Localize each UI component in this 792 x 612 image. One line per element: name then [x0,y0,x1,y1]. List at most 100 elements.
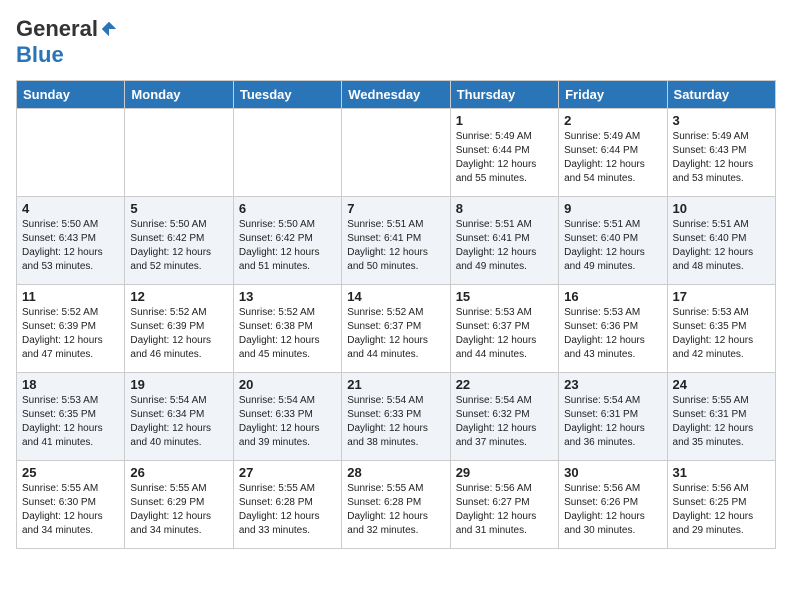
week-row-1: 1 Sunrise: 5:49 AM Sunset: 6:44 PM Daylig… [17,109,776,197]
calendar-cell: 6Sunrise: 5:50 AM Sunset: 6:42 PM Daylig… [233,197,341,285]
calendar-cell [342,109,450,197]
calendar-cell [125,109,233,197]
day-number: 25 [22,465,119,480]
calendar-cell: 29 Sunrise: 5:56 AM Sunset: 6:27 PM Dayli… [450,461,558,549]
weekday-header-wednesday: Wednesday [342,81,450,109]
day-number: 23 [564,377,661,392]
calendar-cell: 12 Sunrise: 5:52 AM Sunset: 6:39 PM Dayli… [125,285,233,373]
day-info: Sunrise: 5:49 AM Sunset: 6:44 PM Dayligh… [456,130,553,186]
page-header: General Blue [16,16,776,68]
calendar-cell: 30Sunrise: 5:56 AM Sunset: 6:26 PM Dayli… [559,461,667,549]
day-info: Sunrise: 5:49 AM Sunset: 6:43 PM Dayligh… [673,130,770,186]
day-number: 19 [130,377,227,392]
calendar-cell: 11 Sunrise: 5:52 AM Sunset: 6:39 PM Dayli… [17,285,125,373]
day-info: Sunrise: 5:50 AM Sunset: 6:42 PM Dayligh… [130,218,227,274]
calendar-table: SundayMondayTuesdayWednesdayThursdayFrid… [16,80,776,549]
day-info: Sunrise: 5:54 AM Sunset: 6:31 PM Dayligh… [564,394,661,450]
day-number: 20 [239,377,336,392]
calendar-cell: 28 Sunrise: 5:55 AM Sunset: 6:28 PM Dayli… [342,461,450,549]
calendar-cell: 13 Sunrise: 5:52 AM Sunset: 6:38 PM Dayli… [233,285,341,373]
day-info: Sunrise: 5:51 AM Sunset: 6:40 PM Dayligh… [673,218,770,274]
calendar-cell: 31 Sunrise: 5:56 AM Sunset: 6:25 PM Dayli… [667,461,775,549]
calendar-cell: 26 Sunrise: 5:55 AM Sunset: 6:29 PM Dayli… [125,461,233,549]
day-info: Sunrise: 5:53 AM Sunset: 6:35 PM Dayligh… [22,394,119,450]
day-number: 8 [456,201,553,216]
day-info: Sunrise: 5:56 AM Sunset: 6:26 PM Dayligh… [564,482,661,538]
calendar-cell: 1 Sunrise: 5:49 AM Sunset: 6:44 PM Daylig… [450,109,558,197]
day-info: Sunrise: 5:56 AM Sunset: 6:25 PM Dayligh… [673,482,770,538]
calendar-cell: 8 Sunrise: 5:51 AM Sunset: 6:41 PM Daylig… [450,197,558,285]
day-number: 29 [456,465,553,480]
day-info: Sunrise: 5:52 AM Sunset: 6:39 PM Dayligh… [130,306,227,362]
week-row-2: 4 Sunrise: 5:50 AM Sunset: 6:43 PM Daylig… [17,197,776,285]
calendar-cell: 9Sunrise: 5:51 AM Sunset: 6:40 PM Daylig… [559,197,667,285]
day-number: 28 [347,465,444,480]
day-number: 24 [673,377,770,392]
weekday-header-friday: Friday [559,81,667,109]
day-number: 12 [130,289,227,304]
day-number: 9 [564,201,661,216]
weekday-header-sunday: Sunday [17,81,125,109]
day-info: Sunrise: 5:53 AM Sunset: 6:35 PM Dayligh… [673,306,770,362]
day-info: Sunrise: 5:54 AM Sunset: 6:32 PM Dayligh… [456,394,553,450]
calendar-cell: 7 Sunrise: 5:51 AM Sunset: 6:41 PM Daylig… [342,197,450,285]
day-info: Sunrise: 5:55 AM Sunset: 6:31 PM Dayligh… [673,394,770,450]
day-info: Sunrise: 5:52 AM Sunset: 6:39 PM Dayligh… [22,306,119,362]
weekday-header-saturday: Saturday [667,81,775,109]
day-number: 7 [347,201,444,216]
day-info: Sunrise: 5:54 AM Sunset: 6:33 PM Dayligh… [347,394,444,450]
day-number: 2 [564,113,661,128]
day-number: 4 [22,201,119,216]
day-info: Sunrise: 5:56 AM Sunset: 6:27 PM Dayligh… [456,482,553,538]
calendar-cell: 22 Sunrise: 5:54 AM Sunset: 6:32 PM Dayli… [450,373,558,461]
day-number: 27 [239,465,336,480]
calendar-cell: 15Sunrise: 5:53 AM Sunset: 6:37 PM Dayli… [450,285,558,373]
weekday-header-thursday: Thursday [450,81,558,109]
day-number: 26 [130,465,227,480]
week-row-3: 11 Sunrise: 5:52 AM Sunset: 6:39 PM Dayli… [17,285,776,373]
day-number: 6 [239,201,336,216]
calendar-cell: 5Sunrise: 5:50 AM Sunset: 6:42 PM Daylig… [125,197,233,285]
calendar-cell: 19 Sunrise: 5:54 AM Sunset: 6:34 PM Dayli… [125,373,233,461]
calendar-cell: 27 Sunrise: 5:55 AM Sunset: 6:28 PM Dayli… [233,461,341,549]
day-number: 17 [673,289,770,304]
weekday-header-row: SundayMondayTuesdayWednesdayThursdayFrid… [17,81,776,109]
calendar-cell [233,109,341,197]
calendar-cell [17,109,125,197]
calendar-cell: 2Sunrise: 5:49 AM Sunset: 6:44 PM Daylig… [559,109,667,197]
weekday-header-monday: Monday [125,81,233,109]
calendar-cell: 16 Sunrise: 5:53 AM Sunset: 6:36 PM Dayli… [559,285,667,373]
day-number: 11 [22,289,119,304]
day-info: Sunrise: 5:55 AM Sunset: 6:29 PM Dayligh… [130,482,227,538]
day-number: 1 [456,113,553,128]
day-info: Sunrise: 5:55 AM Sunset: 6:28 PM Dayligh… [239,482,336,538]
day-info: Sunrise: 5:55 AM Sunset: 6:28 PM Dayligh… [347,482,444,538]
calendar-cell: 24 Sunrise: 5:55 AM Sunset: 6:31 PM Dayli… [667,373,775,461]
logo: General Blue [16,16,118,68]
day-info: Sunrise: 5:51 AM Sunset: 6:41 PM Dayligh… [456,218,553,274]
day-info: Sunrise: 5:54 AM Sunset: 6:34 PM Dayligh… [130,394,227,450]
day-number: 16 [564,289,661,304]
day-info: Sunrise: 5:53 AM Sunset: 6:37 PM Dayligh… [456,306,553,362]
logo-blue-text: Blue [16,42,64,68]
logo-icon [100,20,118,38]
day-number: 31 [673,465,770,480]
day-number: 22 [456,377,553,392]
calendar-cell: 14 Sunrise: 5:52 AM Sunset: 6:37 PM Dayli… [342,285,450,373]
calendar-cell: 25Sunrise: 5:55 AM Sunset: 6:30 PM Dayli… [17,461,125,549]
day-number: 10 [673,201,770,216]
day-info: Sunrise: 5:52 AM Sunset: 6:37 PM Dayligh… [347,306,444,362]
calendar-cell: 23 Sunrise: 5:54 AM Sunset: 6:31 PM Dayli… [559,373,667,461]
day-number: 21 [347,377,444,392]
day-number: 14 [347,289,444,304]
day-number: 18 [22,377,119,392]
day-info: Sunrise: 5:52 AM Sunset: 6:38 PM Dayligh… [239,306,336,362]
day-number: 13 [239,289,336,304]
day-info: Sunrise: 5:50 AM Sunset: 6:43 PM Dayligh… [22,218,119,274]
logo-general-text: General [16,16,98,42]
weekday-header-tuesday: Tuesday [233,81,341,109]
day-info: Sunrise: 5:51 AM Sunset: 6:41 PM Dayligh… [347,218,444,274]
day-info: Sunrise: 5:53 AM Sunset: 6:36 PM Dayligh… [564,306,661,362]
day-number: 3 [673,113,770,128]
calendar-cell: 4 Sunrise: 5:50 AM Sunset: 6:43 PM Daylig… [17,197,125,285]
